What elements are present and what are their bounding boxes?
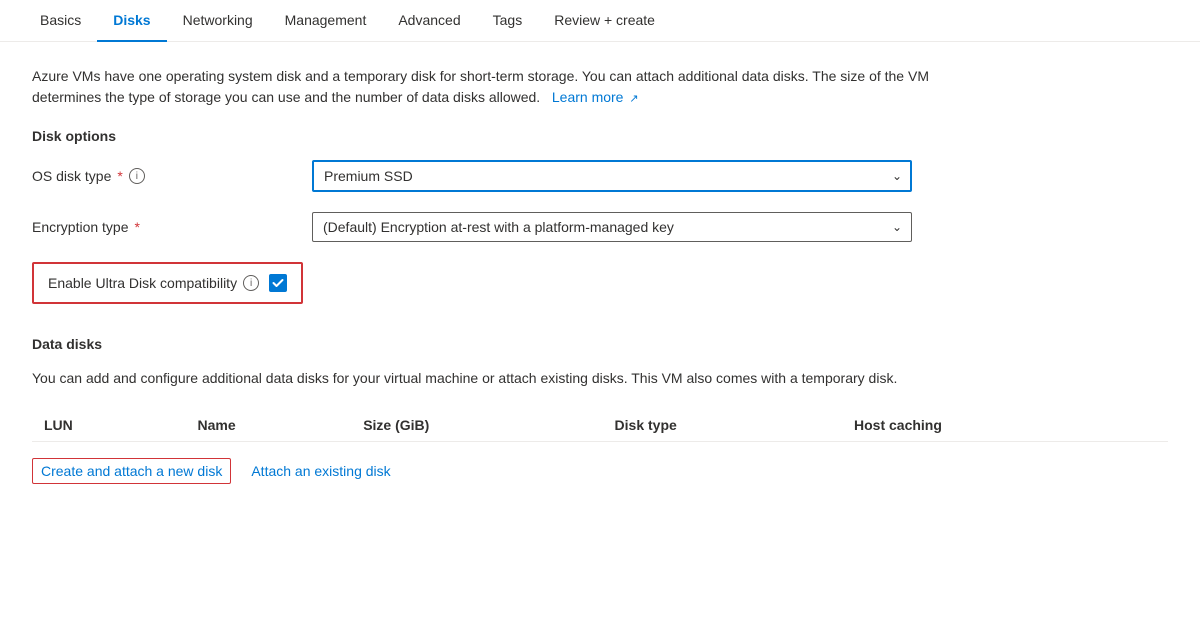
col-header-lun: LUN — [32, 409, 194, 442]
tab-tags[interactable]: Tags — [477, 0, 539, 42]
tab-disks[interactable]: Disks — [97, 0, 166, 42]
tab-networking[interactable]: Networking — [167, 0, 269, 42]
tab-advanced[interactable]: Advanced — [382, 0, 476, 42]
col-header-size-(gib): Size (GiB) — [359, 409, 610, 442]
tab-review_create[interactable]: Review + create — [538, 0, 671, 42]
action-links: Create and attach a new disk Attach an e… — [32, 454, 1168, 484]
ultra-disk-section[interactable]: Enable Ultra Disk compatibility i — [32, 262, 303, 304]
encryption-required-star: * — [135, 219, 140, 235]
os-disk-label: OS disk type * i — [32, 168, 312, 184]
col-header-disk-type: Disk type — [611, 409, 850, 442]
ultra-disk-label: Enable Ultra Disk compatibility i — [48, 275, 259, 291]
main-content: Azure VMs have one operating system disk… — [0, 42, 1200, 508]
os-disk-type-row: OS disk type * i Premium SSDStandard SSD… — [32, 160, 1168, 192]
description-text: Azure VMs have one operating system disk… — [32, 68, 929, 105]
learn-more-link[interactable]: Learn more ↗ — [548, 89, 639, 105]
encryption-type-row: Encryption type * (Default) Encryption a… — [32, 212, 1168, 242]
create-attach-disk-label: Create and attach a new disk — [41, 463, 222, 479]
create-attach-disk-link[interactable]: Create and attach a new disk — [32, 458, 231, 484]
table-header-row: LUNNameSize (GiB)Disk typeHost caching — [32, 409, 1168, 442]
encryption-dropdown-wrapper: (Default) Encryption at-rest with a plat… — [312, 212, 912, 242]
ultra-disk-info-icon[interactable]: i — [243, 275, 259, 291]
external-link-icon: ↗ — [629, 93, 638, 105]
encryption-label: Encryption type * — [32, 219, 312, 235]
data-disks-heading: Data disks — [32, 336, 1168, 352]
attach-existing-disk-label: Attach an existing disk — [251, 463, 390, 479]
checkmark-icon — [272, 277, 284, 289]
disk-options-heading: Disk options — [32, 128, 1168, 144]
os-disk-dropdown-wrapper: Premium SSDStandard SSDStandard HDD ⌄ — [312, 160, 912, 192]
tab-navigation: BasicsDisksNetworkingManagementAdvancedT… — [0, 0, 1200, 42]
os-disk-dropdown[interactable]: Premium SSDStandard SSDStandard HDD — [312, 160, 912, 192]
table-header: LUNNameSize (GiB)Disk typeHost caching — [32, 409, 1168, 442]
ultra-disk-label-text: Enable Ultra Disk compatibility — [48, 275, 237, 291]
page-description: Azure VMs have one operating system disk… — [32, 66, 932, 108]
attach-existing-disk-link[interactable]: Attach an existing disk — [251, 463, 390, 479]
col-header-host-caching: Host caching — [850, 409, 1168, 442]
encryption-dropdown[interactable]: (Default) Encryption at-rest with a plat… — [312, 212, 912, 242]
os-disk-info-icon[interactable]: i — [129, 168, 145, 184]
data-disks-description: You can add and configure additional dat… — [32, 368, 932, 389]
os-disk-label-text: OS disk type — [32, 168, 111, 184]
encryption-label-text: Encryption type — [32, 219, 129, 235]
tab-basics[interactable]: Basics — [24, 0, 97, 42]
learn-more-label: Learn more — [552, 89, 624, 105]
os-disk-required-star: * — [117, 168, 122, 184]
tab-management[interactable]: Management — [269, 0, 383, 42]
ultra-disk-checkbox[interactable] — [269, 274, 287, 292]
data-disks-table: LUNNameSize (GiB)Disk typeHost caching — [32, 409, 1168, 442]
col-header-name: Name — [194, 409, 360, 442]
